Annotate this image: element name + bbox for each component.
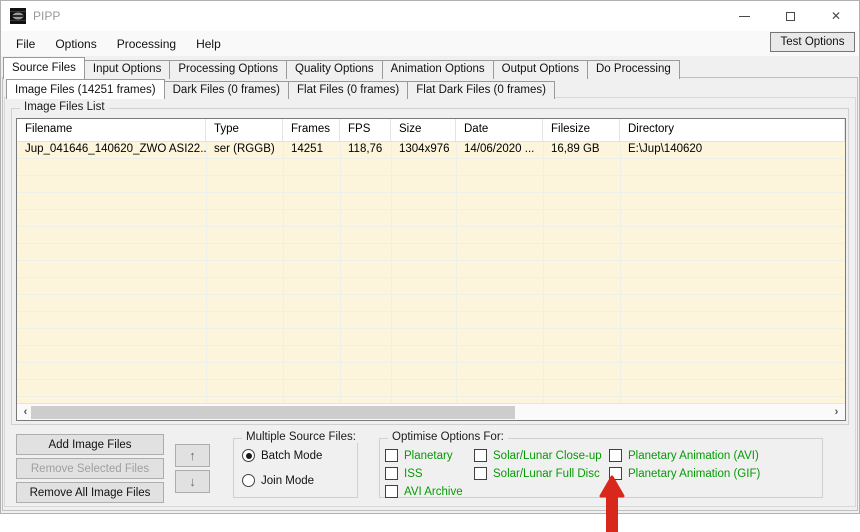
- avi-archive-option[interactable]: AVI Archive: [385, 485, 463, 498]
- tab-processing-options[interactable]: Processing Options: [170, 60, 288, 79]
- grid-vline: [456, 142, 457, 404]
- col-header-frames[interactable]: Frames: [283, 119, 340, 141]
- col-header-date[interactable]: Date: [456, 119, 543, 141]
- solar-lunar-closeup-label: Solar/Lunar Close-up: [493, 449, 602, 462]
- tab-source-files[interactable]: Source Files: [3, 57, 85, 79]
- planetary-option[interactable]: Planetary: [385, 449, 453, 462]
- cell-filesize: 16,89 GB: [551, 143, 600, 155]
- cell-filename: Jup_041646_140620_ZWO ASI22...: [25, 143, 206, 155]
- menu-processing[interactable]: Processing: [107, 33, 186, 55]
- red-arrow-annotation: [599, 475, 625, 532]
- cell-size: 1304x976: [399, 143, 450, 155]
- col-header-size[interactable]: Size: [391, 119, 456, 141]
- test-options-button[interactable]: Test Options: [770, 32, 855, 52]
- solar-lunar-fulldisc-option[interactable]: Solar/Lunar Full Disc: [474, 467, 600, 480]
- join-mode-label: Join Mode: [261, 474, 315, 487]
- col-header-filename[interactable]: Filename: [17, 119, 206, 141]
- planetary-checkbox[interactable]: [385, 449, 398, 462]
- pipp-window: PIPP ✕ File Options Processing Help Test…: [0, 0, 860, 514]
- grid-vline: [206, 142, 207, 404]
- grid-vline: [391, 142, 392, 404]
- planetary-label: Planetary: [404, 449, 453, 462]
- col-header-directory[interactable]: Directory: [620, 119, 845, 141]
- main-tab-strip: Source Files Input Options Processing Op…: [3, 57, 680, 79]
- add-image-files-button[interactable]: Add Image Files: [16, 434, 164, 455]
- minimize-button[interactable]: [721, 1, 767, 31]
- window-title: PIPP: [33, 9, 61, 23]
- iss-option[interactable]: ISS: [385, 467, 423, 480]
- grid-vline: [620, 142, 621, 404]
- solar-lunar-closeup-checkbox[interactable]: [474, 449, 487, 462]
- files-tab-strip: Image Files (14251 frames) Dark Files (0…: [6, 79, 555, 99]
- close-button[interactable]: ✕: [813, 1, 859, 31]
- col-header-fps[interactable]: FPS: [340, 119, 391, 141]
- scroll-right-icon[interactable]: ›: [828, 404, 845, 421]
- menu-bar: File Options Processing Help: [1, 31, 859, 56]
- solar-lunar-fulldisc-label: Solar/Lunar Full Disc: [493, 467, 600, 480]
- cell-fps: 118,76: [348, 143, 383, 155]
- cell-type: ser (RGGB): [214, 143, 275, 155]
- tab-flat-files[interactable]: Flat Files (0 frames): [288, 81, 409, 99]
- move-down-button[interactable]: ↓: [175, 470, 210, 493]
- horizontal-scrollbar[interactable]: ‹ ›: [17, 403, 845, 420]
- tab-output-options[interactable]: Output Options: [493, 60, 588, 79]
- cell-directory: E:\Jup\140620: [628, 143, 703, 155]
- maximize-button[interactable]: [767, 1, 813, 31]
- tab-quality-options[interactable]: Quality Options: [287, 60, 383, 79]
- col-header-filesize[interactable]: Filesize: [543, 119, 620, 141]
- grid-vline: [340, 142, 341, 404]
- batch-mode-option[interactable]: Batch Mode: [242, 449, 322, 462]
- planetary-animation-avi-label: Planetary Animation (AVI): [628, 449, 759, 462]
- tab-dark-files[interactable]: Dark Files (0 frames): [164, 81, 289, 99]
- menu-file[interactable]: File: [6, 33, 45, 55]
- minimize-icon: [738, 15, 750, 17]
- cell-frames: 14251: [291, 143, 323, 155]
- planetary-animation-avi-checkbox[interactable]: [609, 449, 622, 462]
- up-arrow-icon: ↑: [189, 448, 196, 463]
- iss-label: ISS: [404, 467, 423, 480]
- tab-image-files[interactable]: Image Files (14251 frames): [6, 79, 165, 99]
- join-mode-option[interactable]: Join Mode: [242, 474, 314, 487]
- table-row[interactable]: Jup_041646_140620_ZWO ASI22... ser (RGGB…: [17, 142, 845, 159]
- avi-archive-label: AVI Archive: [404, 485, 463, 498]
- planetary-animation-gif-label: Planetary Animation (GIF): [628, 467, 761, 480]
- planetary-animation-avi-option[interactable]: Planetary Animation (AVI): [609, 449, 759, 462]
- remove-all-image-files-button[interactable]: Remove All Image Files: [16, 482, 164, 503]
- tab-flat-dark-files[interactable]: Flat Dark Files (0 frames): [408, 81, 555, 99]
- multiple-source-files-label: Multiple Source Files:: [242, 431, 360, 443]
- close-icon: ✕: [830, 9, 842, 23]
- menu-options[interactable]: Options: [45, 33, 106, 55]
- multiple-source-files-group: Multiple Source Files: Batch Mode Join M…: [233, 431, 360, 498]
- menu-help[interactable]: Help: [186, 33, 231, 55]
- tab-input-options[interactable]: Input Options: [84, 60, 171, 79]
- app-icon: [10, 8, 26, 24]
- table-header-row: Filename Type Frames FPS Size Date Files…: [17, 119, 845, 142]
- optimise-options-label: Optimise Options For:: [388, 431, 508, 443]
- solar-lunar-closeup-option[interactable]: Solar/Lunar Close-up: [474, 449, 602, 462]
- move-up-button[interactable]: ↑: [175, 444, 210, 467]
- image-files-list-label: Image Files List: [20, 101, 109, 113]
- image-files-table[interactable]: Filename Type Frames FPS Size Date Files…: [16, 118, 846, 421]
- remove-selected-files-button[interactable]: Remove Selected Files: [16, 458, 164, 479]
- scrollbar-thumb[interactable]: [31, 406, 515, 419]
- col-header-type[interactable]: Type: [206, 119, 283, 141]
- batch-mode-label: Batch Mode: [261, 449, 323, 462]
- iss-checkbox[interactable]: [385, 467, 398, 480]
- tab-do-processing[interactable]: Do Processing: [588, 60, 680, 79]
- tab-animation-options[interactable]: Animation Options: [382, 60, 494, 79]
- join-mode-radio[interactable]: [242, 474, 255, 487]
- avi-archive-checkbox[interactable]: [385, 485, 398, 498]
- title-bar[interactable]: PIPP ✕: [1, 1, 859, 31]
- maximize-icon: [785, 11, 795, 21]
- grid-vline: [543, 142, 544, 404]
- empty-rows-grid: [17, 159, 845, 404]
- grid-vline: [283, 142, 284, 404]
- batch-mode-radio[interactable]: [242, 449, 255, 462]
- image-files-list-group: Image Files List Filename Type Frames FP…: [11, 101, 849, 425]
- cell-date: 14/06/2020 ...: [464, 143, 535, 155]
- solar-lunar-fulldisc-checkbox[interactable]: [474, 467, 487, 480]
- down-arrow-icon: ↓: [189, 474, 196, 489]
